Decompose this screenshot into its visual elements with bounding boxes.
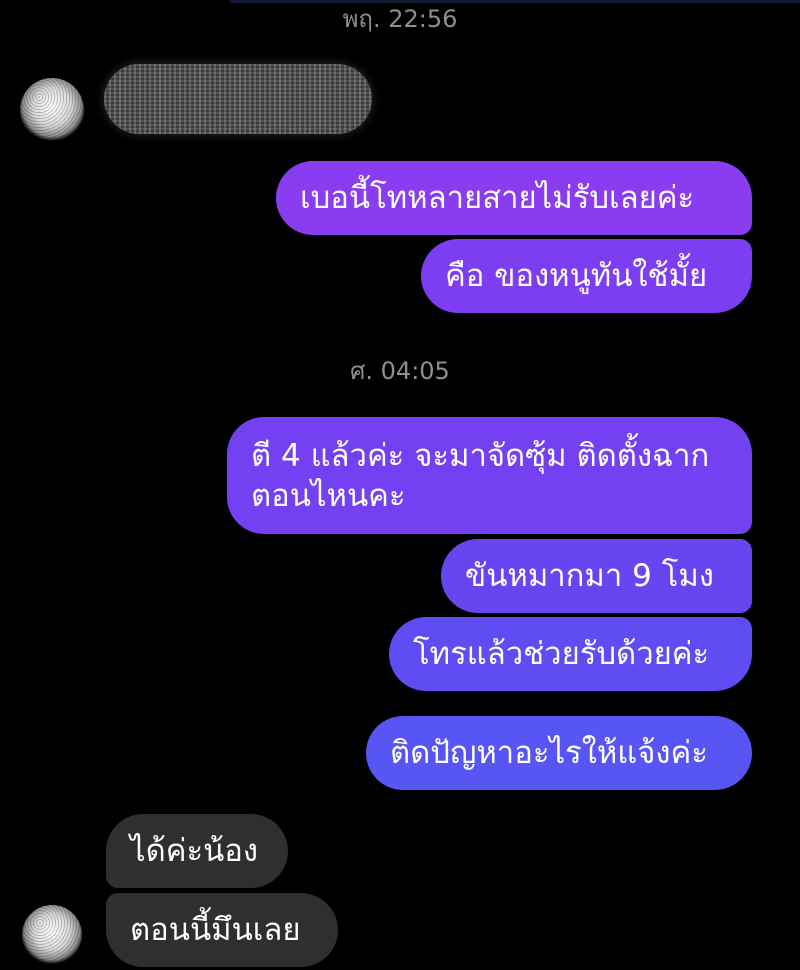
message-text-line-2: ตอนไหนคะ — [251, 477, 406, 514]
message-text: ตอนนี้มึนเลย — [130, 912, 301, 948]
message-text: ขันหมากมา 9 โมง — [465, 558, 714, 594]
top-edge-line — [230, 0, 800, 3]
message-text: ได้ค่ะน้อง — [130, 833, 259, 869]
message-text-line-1: ตี 4 แล้วค่ะ จะมาจัดซุ้ม ติดตั้งฉาก — [251, 437, 710, 474]
message-text: คือ ของหนูทันใช้มั้ย — [445, 258, 708, 294]
message-text: ติดปัญหาอะไรให้แจ้งค่ะ — [390, 735, 708, 771]
timestamp-2: ศ. 04:05 — [350, 357, 450, 385]
incoming-message-2[interactable]: ตอนนี้มึนเลย — [106, 893, 338, 967]
message-text: เบอนี้โทหลายสายไม่รับเลยค่ะ — [300, 180, 695, 216]
outgoing-message-6[interactable]: ติดปัญหาอะไรให้แจ้งค่ะ — [366, 716, 752, 790]
message-text: โทรแล้วช่วยรับด้วยค่ะ — [413, 636, 710, 672]
outgoing-message-2[interactable]: คือ ของหนูทันใช้มั้ย — [421, 239, 752, 313]
outgoing-message-1[interactable]: เบอนี้โทหลายสายไม่รับเลยค่ะ — [276, 161, 752, 235]
outgoing-message-4[interactable]: ขันหมากมา 9 โมง — [441, 539, 752, 613]
timestamp-1: พฤ. 22:56 — [342, 5, 458, 33]
outgoing-message-3[interactable]: ตี 4 แล้วค่ะ จะมาจัดซุ้ม ติดตั้งฉาก ตอนไ… — [227, 417, 752, 534]
incoming-message-1[interactable]: ได้ค่ะน้อง — [106, 814, 288, 888]
redacted-incoming-message — [104, 64, 372, 134]
outgoing-message-5[interactable]: โทรแล้วช่วยรับด้วยค่ะ — [389, 617, 752, 691]
contact-avatar-icon[interactable] — [22, 905, 82, 965]
contact-avatar-icon[interactable] — [20, 78, 84, 142]
